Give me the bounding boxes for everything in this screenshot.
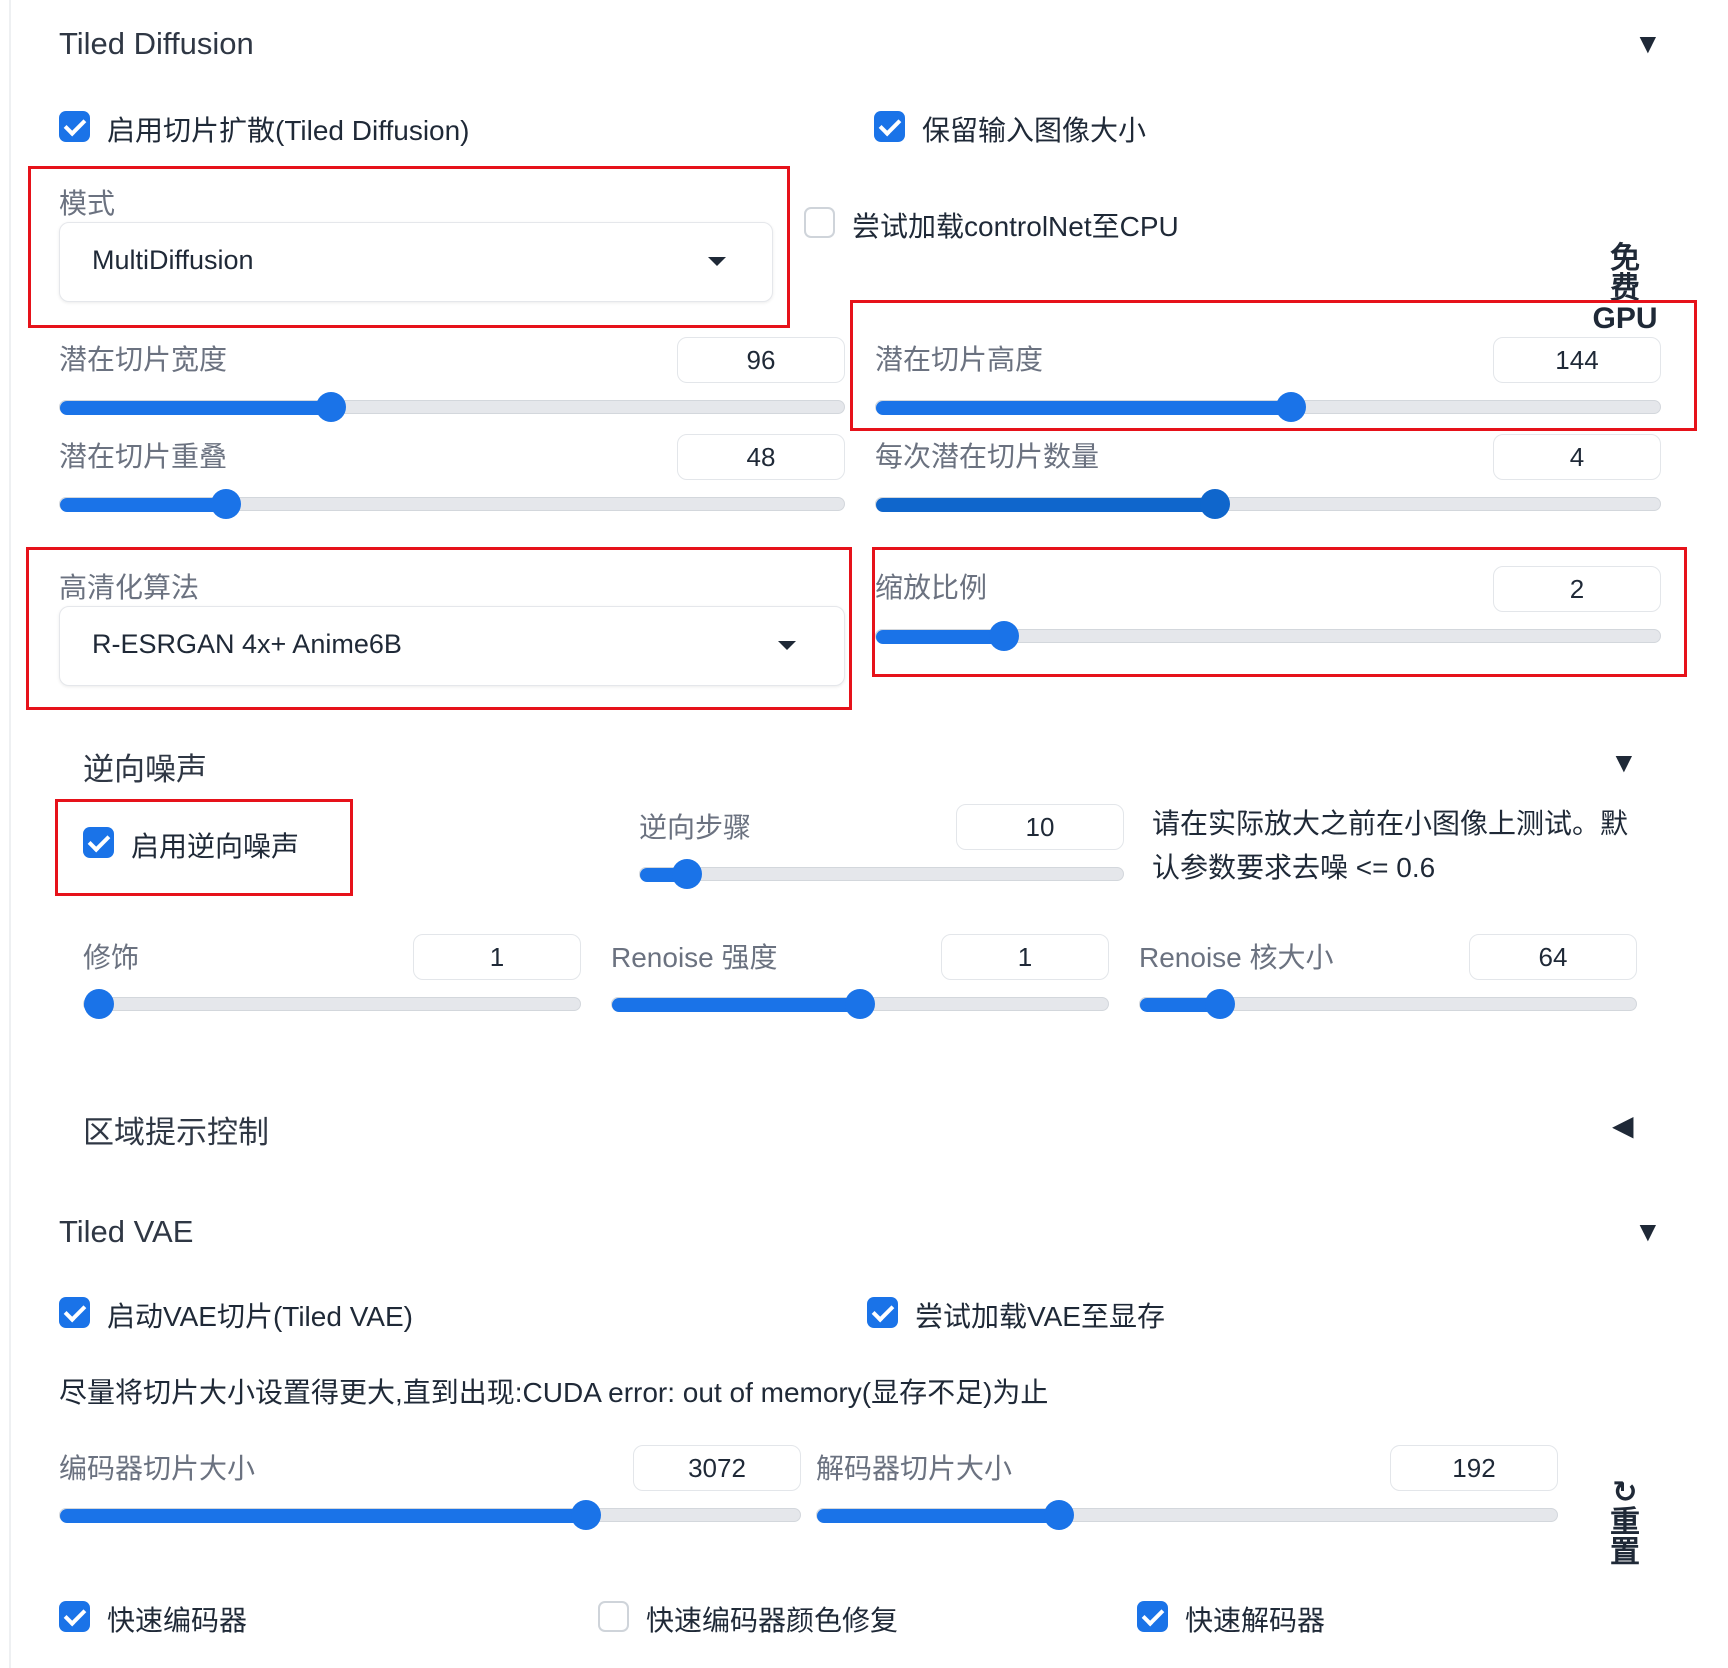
fast-encoder-checkbox[interactable] [59, 1601, 90, 1632]
fast-encoder-label: 快速编码器 [107, 1605, 248, 1636]
tile-width-label: 潜在切片宽度 [59, 344, 228, 375]
tile-batch-slider[interactable] [875, 489, 1661, 519]
enable-tiled-vae-label: 启动VAE切片(Tiled VAE) [107, 1301, 413, 1332]
tile-overlap-slider[interactable] [59, 489, 845, 519]
renoise-strength-slider[interactable] [611, 989, 1109, 1019]
inversion-steps-input[interactable]: 10 [956, 804, 1124, 850]
fast-encoder-color-fix-checkbox[interactable] [598, 1601, 629, 1632]
tile-overlap-slider-fill [60, 498, 226, 512]
decoder-tile-size-input[interactable]: 192 [1390, 1445, 1558, 1491]
noise-inversion-title[interactable]: 逆向噪声 [83, 744, 207, 789]
noise-inversion-collapse-icon[interactable]: ▼ [1610, 749, 1638, 777]
tiled-vae-title[interactable]: Tiled VAE [59, 1214, 193, 1250]
annotation-box-tile-height [850, 300, 1697, 431]
decoder-tile-size-label: 解码器切片大小 [816, 1453, 1013, 1484]
fast-decoder-checkbox[interactable] [1137, 1601, 1168, 1632]
noise-inversion-hint-line-1: 请在实际放大之前在小图像上测试。默 [1152, 808, 1629, 839]
encoder-tile-size-slider-thumb[interactable] [571, 1500, 602, 1530]
inversion-steps-slider[interactable] [639, 859, 1124, 889]
tiled-diffusion-collapse-icon[interactable]: ▼ [1634, 30, 1662, 58]
reset-icon: ↻ [1612, 1476, 1638, 1509]
reset-button[interactable]: ↻ 重 置 [1590, 1478, 1660, 1568]
renoise-strength-input[interactable]: 1 [941, 934, 1109, 980]
noise-inversion-hint-line-2: 认参数要求去噪 <= 0.6 [1152, 852, 1436, 883]
retouch-slider-thumb[interactable] [84, 989, 114, 1019]
renoise-kernel-slider-thumb[interactable] [1205, 989, 1236, 1019]
panel-left-border [9, 0, 11, 1668]
tiled-vae-collapse-icon[interactable]: ▼ [1634, 1218, 1662, 1246]
renoise-kernel-slider[interactable] [1139, 989, 1637, 1019]
tile-width-slider-fill [60, 401, 332, 415]
encoder-tile-size-input[interactable]: 3072 [633, 1445, 801, 1491]
region-prompt-expand-icon[interactable]: ◀ [1612, 1112, 1634, 1140]
decoder-tile-size-slider[interactable] [816, 1500, 1558, 1530]
reset-text-2: 置 [1610, 1536, 1640, 1569]
region-prompt-title[interactable]: 区域提示控制 [83, 1107, 269, 1152]
annotation-box-upscaler [26, 547, 852, 710]
tile-width-input[interactable]: 96 [677, 337, 845, 383]
free-gpu-text-1: 免 [1610, 242, 1640, 275]
keep-input-size-label: 保留输入图像大小 [922, 115, 1147, 146]
enable-tiled-diffusion-checkbox[interactable] [59, 111, 90, 142]
inversion-steps-slider-thumb[interactable] [671, 859, 702, 889]
annotation-box-enable-noise-inversion [55, 799, 353, 896]
controlnet-cpu-checkbox[interactable] [804, 207, 835, 238]
decoder-tile-size-slider-fill [817, 1509, 1060, 1523]
tile-width-slider[interactable] [59, 392, 845, 422]
tile-batch-slider-thumb[interactable] [1200, 489, 1231, 519]
encoder-tile-size-slider[interactable] [59, 1500, 801, 1530]
renoise-strength-label: Renoise 强度 [611, 942, 778, 973]
tile-width-slider-thumb[interactable] [316, 392, 347, 422]
vae-to-gpu-label: 尝试加载VAE至显存 [915, 1301, 1165, 1332]
renoise-kernel-label: Renoise 核大小 [1139, 942, 1334, 973]
encoder-tile-size-label: 编码器切片大小 [59, 1453, 256, 1484]
tiled-diffusion-title[interactable]: Tiled Diffusion [59, 26, 254, 62]
retouch-input[interactable]: 1 [413, 934, 581, 980]
tile-batch-slider-fill [876, 498, 1216, 512]
enable-tiled-vae-checkbox[interactable] [59, 1297, 90, 1328]
inversion-steps-label: 逆向步骤 [639, 812, 752, 843]
fast-encoder-color-fix-label: 快速编码器颜色修复 [646, 1605, 899, 1636]
renoise-kernel-input[interactable]: 64 [1469, 934, 1637, 980]
tile-overlap-input[interactable]: 48 [677, 434, 845, 480]
annotation-box-scale [872, 547, 1687, 677]
retouch-slider[interactable] [83, 989, 581, 1019]
noise-inversion-hint: 请在实际放大之前在小图像上测试。默 认参数要求去噪 <= 0.6 [1152, 802, 1672, 890]
annotation-box-mode [28, 166, 790, 328]
enable-tiled-diffusion-label: 启用切片扩散(Tiled Diffusion) [107, 115, 470, 146]
tile-batch-label: 每次潜在切片数量 [875, 441, 1100, 472]
tile-overlap-slider-thumb[interactable] [210, 489, 241, 519]
reset-text-1: 重 [1610, 1506, 1640, 1539]
vae-to-gpu-checkbox[interactable] [867, 1297, 898, 1328]
keep-input-size-checkbox[interactable] [874, 111, 905, 142]
encoder-tile-size-slider-fill [60, 1509, 587, 1523]
controlnet-cpu-label: 尝试加载controlNet至CPU [852, 211, 1179, 242]
decoder-tile-size-slider-thumb[interactable] [1044, 1500, 1075, 1530]
tile-overlap-label: 潜在切片重叠 [59, 441, 228, 472]
fast-decoder-label: 快速解码器 [1185, 1605, 1326, 1636]
tiled-vae-hint: 尽量将切片大小设置得更大,直到出现:CUDA error: out of mem… [59, 1377, 1049, 1408]
tile-batch-input[interactable]: 4 [1493, 434, 1661, 480]
renoise-strength-slider-fill [612, 998, 860, 1012]
retouch-label: 修饰 [83, 942, 140, 973]
renoise-strength-slider-thumb[interactable] [845, 989, 875, 1019]
